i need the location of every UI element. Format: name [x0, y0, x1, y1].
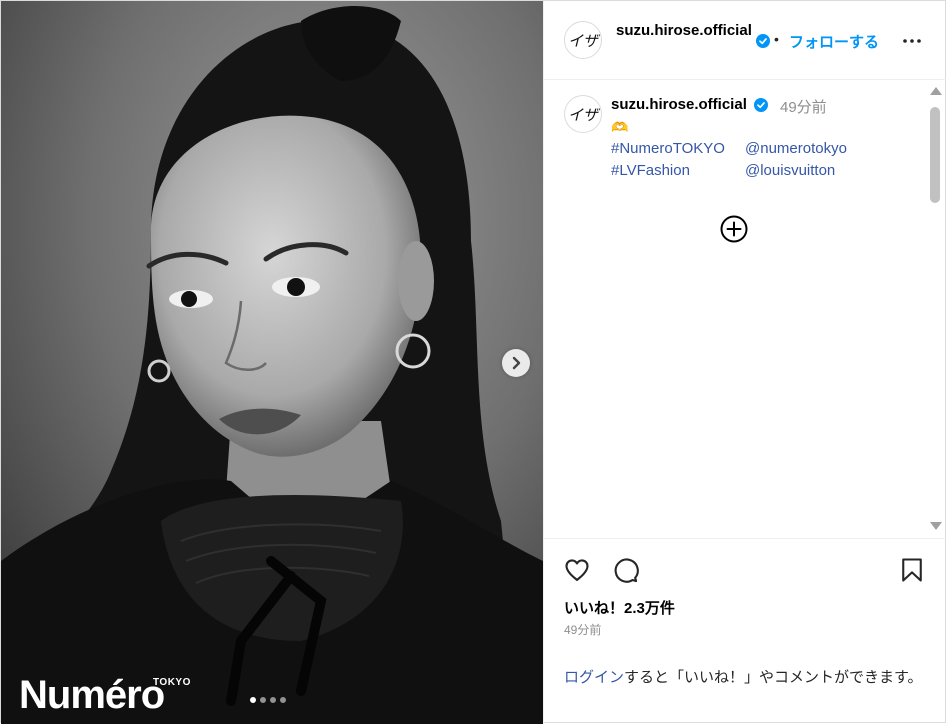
caption-username[interactable]: suzu.hirose.official [611, 96, 747, 113]
load-more-comments-icon[interactable] [719, 214, 749, 244]
comment-icon[interactable] [611, 556, 639, 584]
verified-badge-icon [756, 34, 770, 48]
post-media[interactable]: Numéro TOKYO [1, 1, 543, 724]
carousel-indicator [250, 697, 286, 703]
avatar-glyph: イザ [567, 105, 598, 124]
mention-link[interactable]: @numerotokyo [745, 138, 847, 160]
brand-logo: Numéro [19, 673, 165, 717]
avatar-glyph: イザ [567, 31, 598, 50]
verified-badge-icon [754, 98, 768, 112]
follow-button[interactable]: フォローする [789, 31, 879, 52]
heart-hands-emoji: 🫶 [611, 119, 629, 135]
login-prompt-text: すると「いいね！」やコメントができます。 [624, 669, 923, 686]
hashtag-link[interactable]: #NumeroTOKYO [611, 138, 745, 160]
carousel-dot [260, 697, 266, 703]
post-actions: いいね！2.3万件 49分前 ログインすると「いいね！」やコメントができます。 [544, 541, 946, 724]
separator-dot: • [774, 31, 779, 47]
likes-count[interactable]: いいね！2.3万件 [564, 597, 675, 618]
chevron-right-icon [512, 356, 521, 370]
carousel-dot [250, 697, 256, 703]
tag-row: #NumeroTOKYO @numerotokyo [611, 138, 847, 160]
avatar[interactable]: イザ [564, 95, 602, 133]
header-username[interactable]: suzu.hirose.official [616, 21, 756, 41]
post-photo [1, 1, 543, 724]
comments-area[interactable]: イザ suzu.hirose.official 49分前 🫶 #NumeroTO… [544, 81, 946, 539]
scroll-up-arrow-icon[interactable] [930, 87, 942, 95]
carousel-dot [270, 697, 276, 703]
mention-link[interactable]: @louisvuitton [745, 160, 835, 182]
heart-icon[interactable] [563, 556, 591, 584]
tag-row: #LVFashion @louisvuitton [611, 160, 847, 182]
bookmark-icon[interactable] [898, 556, 926, 584]
hashtag-link[interactable]: #LVFashion [611, 160, 745, 182]
login-prompt: ログインすると「いいね！」やコメントができます。 [564, 667, 924, 689]
carousel-next-button[interactable] [502, 349, 530, 377]
caption-tags: #NumeroTOKYO @numerotokyo #LVFashion @lo… [611, 138, 847, 182]
avatar[interactable]: イザ [564, 21, 602, 59]
scrollbar[interactable] [926, 81, 946, 539]
scroll-down-arrow-icon[interactable] [930, 522, 942, 530]
post-side-panel: イザ suzu.hirose.official • フォローする イザ suzu… [543, 1, 946, 724]
more-options-icon[interactable] [900, 29, 924, 53]
post-time: 49分前 [564, 623, 602, 637]
carousel-dot [280, 697, 286, 703]
post-header: イザ suzu.hirose.official • フォローする [544, 1, 946, 80]
brand-logo-sub: TOKYO [153, 677, 191, 688]
post-dialog: Numéro TOKYO イザ suzu.hirose.official • フ… [0, 0, 946, 724]
login-link[interactable]: ログイン [564, 669, 624, 686]
scrollbar-thumb[interactable] [930, 107, 940, 203]
caption-time: 49分前 [780, 99, 827, 116]
